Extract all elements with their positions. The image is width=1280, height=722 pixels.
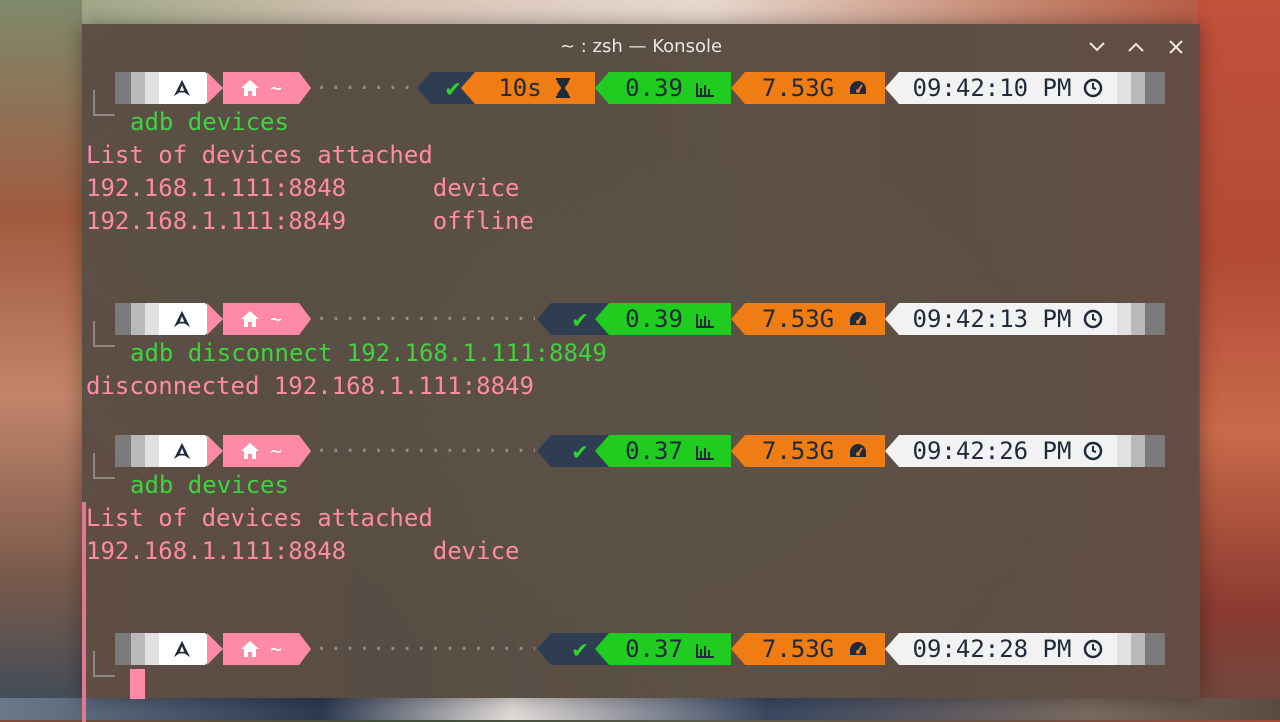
prompt-connector [93,321,115,347]
close-icon [1169,40,1183,54]
load-segment: 0.39 [609,303,731,335]
prompt-connector [93,651,115,677]
memory-segment: 7.53G [745,72,885,104]
bar-chart-icon [695,644,714,658]
clock-icon [1084,441,1103,461]
maximize-button[interactable] [1123,34,1149,60]
dir-segment: ~ [223,72,299,104]
bar-chart-icon [695,83,714,97]
home-dir: ~ [269,76,283,100]
dir-segment: ~ [223,303,299,335]
window-title: ~ : zsh — Konsole [559,36,723,57]
output-line: List of devices attached [86,504,433,532]
memory-segment: 7.53G [745,435,885,467]
home-icon [240,641,259,657]
prompt-connector [93,453,115,479]
load-segment: 0.37 [609,633,731,665]
dir-segment: ~ [223,435,299,467]
home-dir: ~ [269,439,283,463]
arch-linux-icon [173,442,191,460]
prompt-connector [93,90,115,116]
home-icon [240,80,259,96]
speedometer-icon [850,444,867,457]
title-bar[interactable]: ~ : zsh — Konsole [82,24,1200,70]
clock-icon [1084,78,1103,98]
memory-segment: 7.53G [745,303,885,335]
clock-icon [1084,639,1103,659]
output-line: 192.168.1.111:8848 device [86,174,520,202]
close-button[interactable] [1163,34,1189,60]
clock-icon [1084,309,1103,329]
output-line: List of devices attached [86,141,433,169]
arch-linux-icon [173,79,191,97]
minimize-button[interactable] [1084,34,1110,60]
home-dir: ~ [269,637,283,661]
time-segment: 09:42:26 PM [899,435,1117,467]
os-segment [159,435,205,467]
home-icon [240,443,259,459]
duration-segment: 10s [475,72,595,104]
bar-chart-icon [695,446,714,460]
wallpaper-right [1198,0,1280,720]
output-line: 192.168.1.111:8848 device [86,537,520,565]
speedometer-icon [850,312,867,325]
hourglass-icon [555,78,570,98]
wallpaper-left [0,0,82,720]
os-segment [159,72,205,104]
arch-linux-icon [173,640,191,658]
prompt-bar: ~ ······················ ✔ 0.39 7.53G 09… [115,303,1165,335]
terminal-area[interactable]: ~ ··········· ✔ 10s 0.39 7.53G [82,70,1200,722]
prompt-bar: ~ ··········· ✔ 10s 0.39 7.53G [115,72,1165,104]
command-line: adb devices [130,108,289,136]
konsole-window[interactable]: ~ : zsh — Konsole ~ ········· [82,24,1200,722]
output-line: disconnected 192.168.1.111:8849 [86,372,534,400]
arch-linux-icon [173,310,191,328]
text-cursor[interactable] [130,669,145,699]
time-segment: 09:42:13 PM [899,303,1117,335]
bar-chart-icon [695,314,714,328]
prompt-bar: ~ ······················ ✔ 0.37 7.53G 09… [115,435,1165,467]
load-segment: 0.39 [609,72,731,104]
dir-segment: ~ [223,633,299,665]
wallpaper-bottom [0,698,1280,720]
home-icon [240,311,259,327]
speedometer-icon [850,642,867,655]
command-line: adb devices [130,471,289,499]
command-line: adb disconnect 192.168.1.111:8849 [130,339,607,367]
output-line: 192.168.1.111:8849 offline [86,207,534,235]
load-segment: 0.37 [609,435,731,467]
os-segment [159,633,205,665]
time-segment: 09:42:28 PM [899,633,1117,665]
chevron-up-icon [1128,42,1144,52]
wallpaper-top [0,0,1280,24]
os-segment [159,303,205,335]
prompt-bar: ~ ······················ ✔ 0.37 7.53G 09… [115,633,1165,665]
home-dir: ~ [269,307,283,331]
time-segment: 09:42:10 PM [899,72,1117,104]
memory-segment: 7.53G [745,633,885,665]
speedometer-icon [850,81,867,94]
chevron-down-icon [1089,42,1105,52]
